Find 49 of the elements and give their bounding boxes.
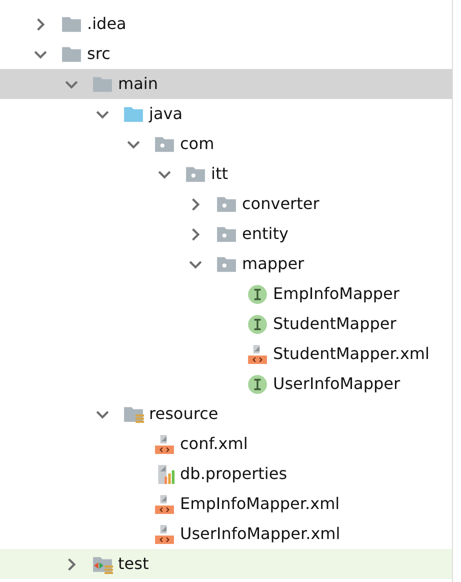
item-label: StudentMapper.xml	[273, 344, 430, 364]
item-label: com	[180, 134, 214, 154]
xml-file-icon	[247, 344, 268, 364]
item-label: entity	[242, 224, 288, 244]
item-label: UserInfoMapper	[273, 374, 400, 394]
tree-item[interactable]: main	[0, 69, 452, 99]
chevron-right-icon[interactable]	[189, 228, 202, 240]
xml-file-icon	[154, 434, 175, 454]
tree-item[interactable]: db.properties	[0, 459, 452, 489]
item-label: EmpInfoMapper	[273, 284, 400, 304]
item-label: itt	[211, 164, 228, 184]
tree-item[interactable]: conf.xml	[0, 429, 452, 459]
tree-item[interactable]: UserInfoMapper.xml	[0, 519, 452, 549]
tree-item[interactable]: EmpInfoMapper.xml	[0, 489, 452, 519]
chevron-right-icon[interactable]	[189, 198, 202, 210]
interface-icon	[247, 314, 268, 334]
item-label: converter	[242, 194, 320, 214]
tree-item[interactable]: entity	[0, 219, 452, 249]
item-label: resource	[149, 404, 218, 424]
tree-item[interactable]: test	[0, 549, 452, 579]
tree-item[interactable]: src	[0, 39, 452, 69]
item-label: db.properties	[180, 464, 288, 484]
item-label: main	[118, 74, 158, 94]
item-label: EmpInfoMapper.xml	[180, 494, 340, 514]
tree-item[interactable]: UserInfoMapper	[0, 369, 452, 399]
tree-item[interactable]: com	[0, 129, 452, 159]
item-label: src	[87, 44, 110, 64]
item-label: java	[149, 104, 183, 124]
tree-item[interactable]: converter	[0, 189, 452, 219]
xml-file-icon	[154, 494, 175, 514]
tree-item[interactable]: EmpInfoMapper	[0, 279, 452, 309]
tree-item[interactable]: StudentMapper.xml	[0, 339, 452, 369]
chevron-right-icon[interactable]	[65, 558, 78, 570]
interface-icon	[247, 374, 268, 394]
item-label: .idea	[87, 14, 126, 34]
tree-item[interactable]: java	[0, 99, 452, 129]
tree-item[interactable]: itt	[0, 159, 452, 189]
tree-item[interactable]: .idea	[0, 9, 452, 39]
item-label: StudentMapper	[273, 314, 396, 334]
chevron-right-icon[interactable]	[34, 18, 47, 30]
item-label: conf.xml	[180, 434, 248, 454]
item-label: test	[118, 554, 149, 574]
tree-item[interactable]: mapper	[0, 249, 452, 279]
xml-file-icon	[154, 524, 175, 544]
tree-item[interactable]: StudentMapper	[0, 309, 452, 339]
item-label: UserInfoMapper.xml	[180, 524, 340, 544]
interface-icon	[247, 284, 268, 304]
tree-item[interactable]: resource	[0, 399, 452, 429]
item-label: mapper	[242, 254, 304, 274]
